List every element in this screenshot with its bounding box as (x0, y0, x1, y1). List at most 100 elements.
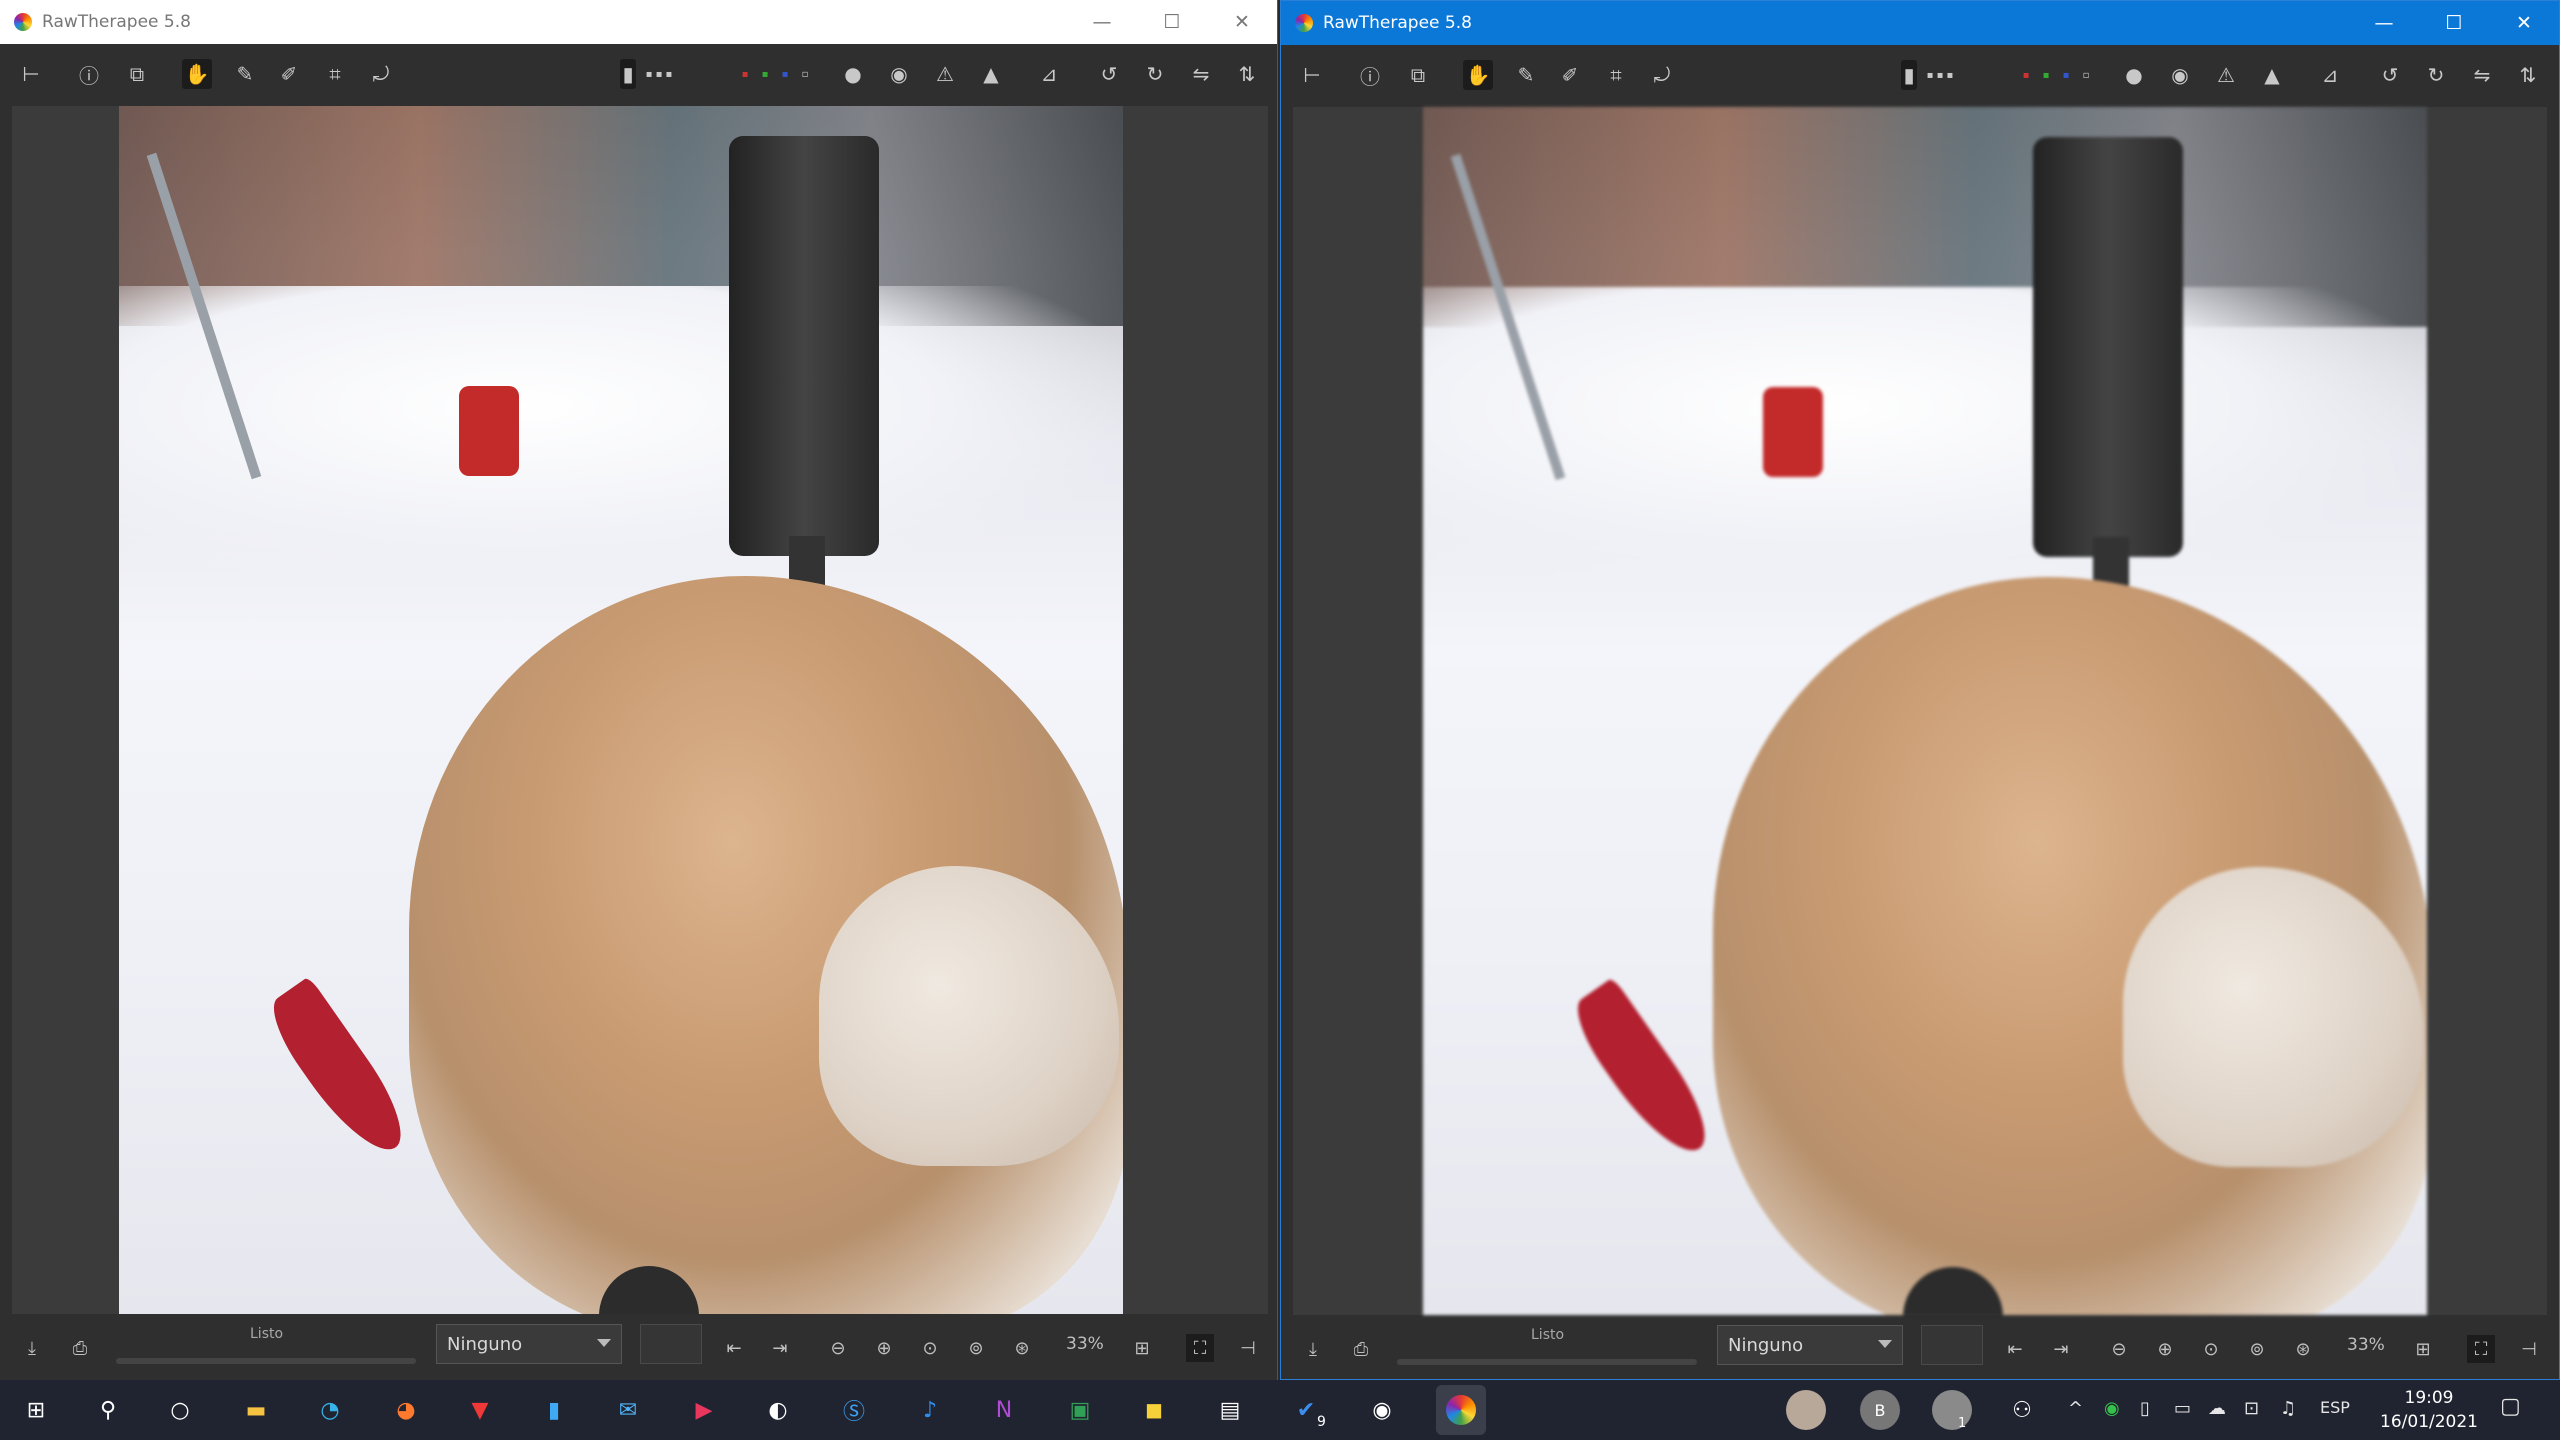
ditto-icon[interactable]: ♪ (910, 1390, 950, 1430)
crop-icon[interactable]: ⌗ (320, 59, 350, 89)
fullscreen-icon[interactable]: ⛶ (1186, 1334, 1214, 1362)
start-icon[interactable]: ⊞ (16, 1390, 56, 1430)
rotate-right-icon[interactable]: ↻ (2421, 60, 2451, 90)
gallery-icon[interactable]: ▤ (1210, 1390, 1250, 1430)
previous-image-icon[interactable]: ⇤ (720, 1334, 748, 1362)
device-icon[interactable]: ▯ (2140, 1398, 2150, 1419)
clock[interactable]: 19:09 16/01/2021 (2380, 1386, 2478, 1434)
hide-history-icon[interactable]: ⊢ (16, 59, 46, 89)
show-hidden-icons-icon[interactable]: ^ (2068, 1398, 2083, 1419)
before-after-icon[interactable]: ⧉ (122, 59, 152, 89)
notepad-icon[interactable]: ▮ (534, 1390, 574, 1430)
minimize-button[interactable]: — (1067, 0, 1137, 44)
histogram-icon[interactable]: ⊿ (2315, 60, 2345, 90)
white-balance-picker-icon[interactable]: ✐ (1555, 60, 1585, 90)
next-image-icon[interactable]: ⇥ (766, 1334, 794, 1362)
close-button[interactable]: ✕ (1207, 0, 1277, 44)
info-icon[interactable]: ⓘ (74, 59, 104, 89)
rotate-left-icon[interactable]: ↺ (1094, 59, 1124, 89)
firefox-icon[interactable]: ◕ (386, 1390, 426, 1430)
clipped-warning-icon[interactable]: ▲ (976, 59, 1006, 89)
focus-mask-icon[interactable]: ● (838, 59, 868, 89)
zoom-fit-icon[interactable]: ⊚ (2243, 1335, 2271, 1363)
titlebar[interactable]: RawTherapee 5.8 — ☐ ✕ (0, 0, 1277, 44)
people-icon[interactable]: ⚇ (2002, 1390, 2042, 1430)
image-preview-area[interactable] (12, 106, 1268, 1314)
new-detail-window-icon[interactable]: ⊞ (2409, 1335, 2437, 1363)
hand-tool-icon[interactable]: ✋ (1463, 60, 1493, 90)
flip-horizontal-icon[interactable]: ⇋ (2467, 60, 2497, 90)
clipped-shadows-icon[interactable]: ⚠ (2211, 60, 2241, 90)
before-after-icon[interactable]: ⧉ (1403, 60, 1433, 90)
focus-mask-icon[interactable]: ● (2119, 60, 2149, 90)
sticky-notes-icon[interactable]: ◼ (1134, 1390, 1174, 1430)
search-icon[interactable]: ⚲ (88, 1390, 128, 1430)
rotate-left-icon[interactable]: ↺ (2375, 60, 2405, 90)
network-icon[interactable]: ⊡ (2244, 1398, 2259, 1419)
hide-history-icon[interactable]: ⊢ (1297, 60, 1327, 90)
edge-icon[interactable]: ◔ (310, 1390, 350, 1430)
vivaldi-icon[interactable]: ▼ (460, 1390, 500, 1430)
skype-icon[interactable]: Ⓢ (834, 1390, 874, 1430)
clipped-highlights-icon[interactable]: ◉ (2165, 60, 2195, 90)
new-detail-window-icon[interactable]: ⊞ (1128, 1334, 1156, 1362)
flip-vertical-icon[interactable]: ⇅ (1232, 59, 1262, 89)
crop-icon[interactable]: ⌗ (1601, 60, 1631, 90)
excel-icon[interactable]: ▣ (1060, 1390, 1100, 1430)
profile-avatar[interactable]: B (1860, 1390, 1900, 1430)
image-preview-area[interactable] (1293, 107, 2547, 1315)
rotate-right-icon[interactable]: ↻ (1140, 59, 1170, 89)
previous-image-icon[interactable]: ⇤ (2001, 1335, 2029, 1363)
volume-icon[interactable]: ♫ (2280, 1398, 2296, 1419)
rawtherapee-taskbar-button[interactable] (1436, 1385, 1486, 1435)
channel-l-icon[interactable]: ▫ (2071, 60, 2101, 90)
close-button[interactable]: ✕ (2489, 1, 2559, 45)
zoom-100-icon[interactable]: ⊙ (2197, 1335, 2225, 1363)
app-icon[interactable]: ◐ (758, 1390, 798, 1430)
zoom-out-icon[interactable]: ⊖ (2105, 1335, 2133, 1363)
next-image-icon[interactable]: ⇥ (2047, 1335, 2075, 1363)
zoom-in-icon[interactable]: ⊕ (870, 1334, 898, 1362)
hand-tool-icon[interactable]: ✋ (182, 59, 212, 89)
maximize-button[interactable]: ☐ (2419, 1, 2489, 45)
profile-combo[interactable]: Ninguno (1717, 1325, 1903, 1365)
minimize-button[interactable]: — (2349, 1, 2419, 45)
avatar[interactable] (1786, 1390, 1826, 1430)
indicator-icon[interactable]: ▮ (620, 59, 636, 89)
white-balance-picker-icon[interactable]: ✐ (274, 59, 304, 89)
hide-panels-icon[interactable]: ⊣ (2515, 1335, 2543, 1363)
language-indicator[interactable]: ESP (2320, 1398, 2350, 1417)
fullscreen-icon[interactable]: ⛶ (2467, 1335, 2495, 1363)
straighten-icon[interactable]: ⤾ (1647, 60, 1677, 90)
zoom-fit-icon[interactable]: ⊚ (962, 1334, 990, 1362)
cortana-icon[interactable]: ○ (160, 1390, 200, 1430)
straighten-icon[interactable]: ⤾ (366, 59, 396, 89)
display-icon[interactable]: ▭ (2174, 1398, 2191, 1419)
save-image-icon[interactable]: ⤓ (18, 1334, 46, 1362)
zoom-in-icon[interactable]: ⊕ (2151, 1335, 2179, 1363)
clipped-shadows-icon[interactable]: ⚠ (930, 59, 960, 89)
zoom-out-icon[interactable]: ⊖ (824, 1334, 852, 1362)
send-to-editor-icon[interactable]: ⎙ (1347, 1335, 1375, 1363)
profile-combo[interactable]: Ninguno (436, 1324, 622, 1364)
onedrive-icon[interactable]: ☁ (2208, 1398, 2226, 1419)
color-picker-icon[interactable]: ✎ (1511, 60, 1541, 90)
maximize-button[interactable]: ☐ (1137, 0, 1207, 44)
mail-icon[interactable]: ✉ (608, 1390, 648, 1430)
send-to-editor-icon[interactable]: ⎙ (66, 1334, 94, 1362)
zoom-fit-crop-icon[interactable]: ⊛ (1008, 1334, 1036, 1362)
green-tray-icon[interactable]: ◉ (2104, 1398, 2120, 1419)
photos-icon[interactable]: ◉ (1362, 1390, 1402, 1430)
zoom-fit-crop-icon[interactable]: ⊛ (2289, 1335, 2317, 1363)
zoom-100-icon[interactable]: ⊙ (916, 1334, 944, 1362)
notifications-icon[interactable]: ▢ (2500, 1394, 2521, 1419)
info-icon[interactable]: ⓘ (1355, 60, 1385, 90)
histogram-icon[interactable]: ⊿ (1034, 59, 1064, 89)
clipped-highlights-icon[interactable]: ◉ (884, 59, 914, 89)
flip-vertical-icon[interactable]: ⇅ (2513, 60, 2543, 90)
titlebar[interactable]: RawTherapee 5.8 — ☐ ✕ (1281, 1, 2559, 45)
indicator-icon[interactable]: ▮ (1901, 60, 1917, 90)
color-label-combo[interactable] (640, 1324, 702, 1364)
media-player-icon[interactable]: ▶ (684, 1390, 724, 1430)
color-picker-icon[interactable]: ✎ (230, 59, 260, 89)
